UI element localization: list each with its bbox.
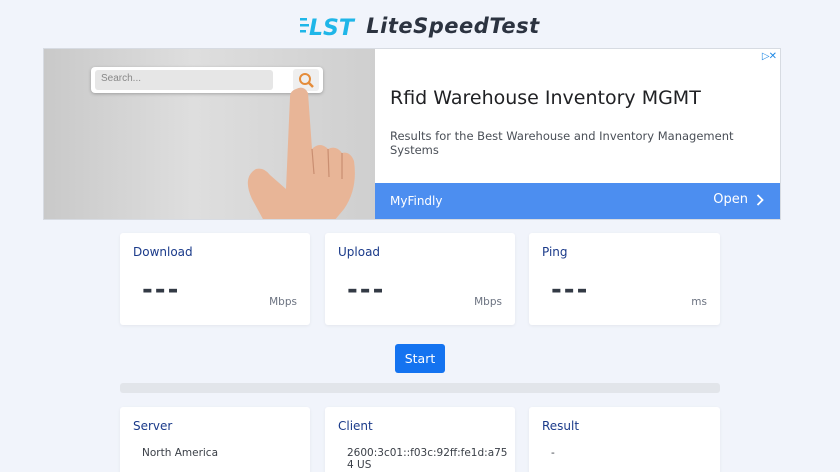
ad-choices-icon[interactable]: ▷✕ [762, 51, 777, 62]
ping-unit: ms [691, 296, 707, 308]
server-label: Server [133, 419, 173, 433]
ping-label: Ping [542, 245, 568, 259]
ad-open-label: Open [713, 192, 748, 207]
download-unit: Mbps [269, 296, 297, 308]
client-label: Client [338, 419, 373, 433]
client-card: Client 2600:3c01::f03c:92ff:fe1d:a754 US [325, 407, 515, 472]
client-value: 2600:3c01::f03c:92ff:fe1d:a754 US [347, 447, 508, 471]
upload-value: --- [347, 275, 386, 305]
ad-description[interactable]: Results for the Best Warehouse and Inven… [390, 129, 780, 157]
ad-image[interactable]: Search... [44, 49, 375, 219]
result-label: Result [542, 419, 580, 433]
site-header: LST LiteSpeedTest [0, 10, 840, 42]
ping-card: Ping --- ms [529, 233, 720, 325]
logo-icon[interactable]: LST [300, 13, 364, 41]
progress-bar [120, 383, 720, 393]
result-value: - [551, 447, 555, 459]
pointing-hand-icon [247, 87, 355, 219]
server-card: Server North America [120, 407, 310, 472]
logo-name[interactable]: LiteSpeedTest [366, 14, 539, 38]
upload-card: Upload --- Mbps [325, 233, 515, 325]
ad-open-button[interactable]: Open [713, 192, 764, 207]
ad-title[interactable]: Rfid Warehouse Inventory MGMT [390, 87, 701, 109]
logo-mark-text: LST [309, 16, 356, 39]
server-value[interactable]: North America [142, 447, 218, 459]
download-label: Download [133, 245, 193, 259]
ad-cta-bar[interactable]: MyFindly Open [375, 183, 780, 219]
upload-unit: Mbps [474, 296, 502, 308]
result-card: Result - [529, 407, 720, 472]
upload-label: Upload [338, 245, 381, 259]
ad-banner[interactable]: Search... ▷✕ Rfid Warehouse Inventory MG… [43, 48, 781, 220]
ping-value: --- [551, 275, 590, 305]
download-value: --- [142, 275, 181, 305]
ad-advertiser[interactable]: MyFindly [390, 194, 442, 208]
download-card: Download --- Mbps [120, 233, 310, 325]
start-button[interactable]: Start [395, 344, 445, 373]
chevron-right-icon [756, 193, 764, 206]
